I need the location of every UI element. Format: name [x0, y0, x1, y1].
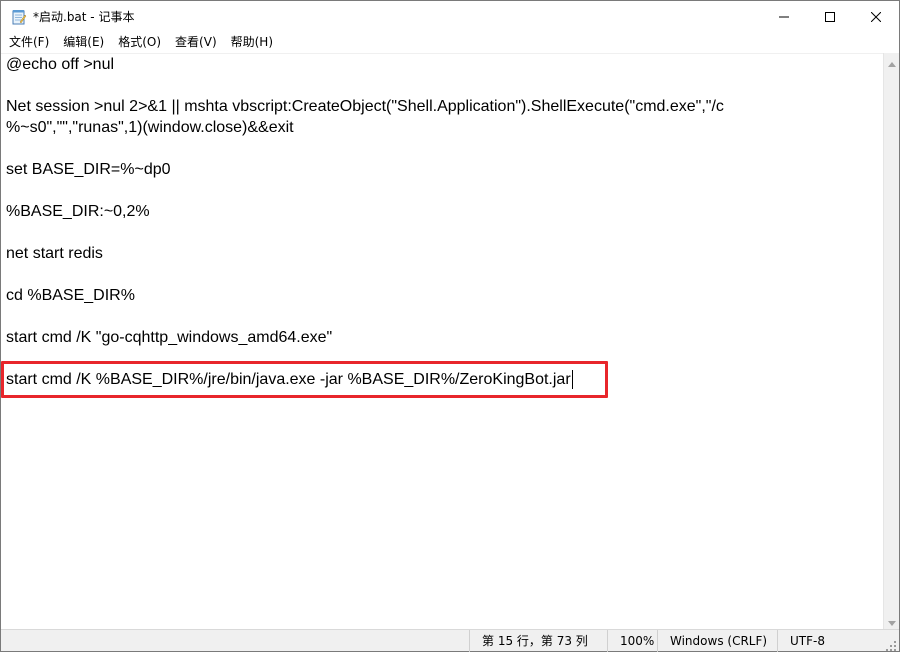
arrow-down-icon: [888, 611, 896, 630]
encoding: UTF-8: [777, 630, 883, 652]
notepad-icon: [11, 9, 27, 25]
highlight-annotation-box: [1, 361, 608, 398]
window-title: *启动.bat - 记事本: [33, 10, 135, 24]
status-bar: 第 15 行，第 73 列 100% Windows (CRLF) UTF-8: [1, 629, 899, 652]
menu-format[interactable]: 格式(O): [111, 32, 168, 53]
menu-file[interactable]: 文件(F): [1, 32, 56, 53]
menu-edit[interactable]: 编辑(E): [56, 32, 111, 53]
editor-line: set BASE_DIR=%~dp0: [6, 161, 171, 178]
scroll-up-button[interactable]: [884, 53, 900, 70]
resize-grip-icon[interactable]: [885, 637, 897, 651]
maximize-icon: [825, 11, 835, 22]
close-button[interactable]: [853, 1, 899, 32]
minimize-icon: [779, 12, 789, 22]
editor-line: net start redis: [6, 245, 103, 262]
cursor-position: 第 15 行，第 73 列: [469, 630, 607, 652]
minimize-button[interactable]: [761, 1, 807, 32]
scroll-down-button[interactable]: [884, 612, 900, 629]
editor-line: %~s0","","runas",1)(window.close)&&exit: [6, 119, 294, 136]
arrow-up-icon: [888, 52, 896, 71]
close-icon: [871, 11, 881, 22]
vertical-scrollbar[interactable]: [883, 53, 899, 629]
zoom-level: 100%: [607, 630, 657, 652]
text-editor[interactable]: @echo off >nul Net session >nul 2>&1 || …: [1, 53, 883, 629]
title-bar[interactable]: *启动.bat - 记事本: [1, 1, 899, 32]
editor-line: cd %BASE_DIR%: [6, 287, 135, 304]
menu-view[interactable]: 查看(V): [168, 32, 224, 53]
editor-line: start cmd /K "go-cqhttp_windows_amd64.ex…: [6, 329, 333, 346]
editor-line: %BASE_DIR:~0,2%: [6, 203, 150, 220]
menu-bar: 文件(F) 编辑(E) 格式(O) 查看(V) 帮助(H): [1, 32, 899, 53]
menu-help[interactable]: 帮助(H): [224, 32, 280, 53]
editor-line: @echo off >nul: [6, 56, 115, 73]
editor-line: Net session >nul 2>&1 || mshta vbscript:…: [6, 98, 724, 115]
line-ending: Windows (CRLF): [657, 630, 777, 652]
maximize-button[interactable]: [807, 1, 853, 32]
notepad-window: *启动.bat - 记事本 文件(F) 编辑(E) 格式(O) 查看(V) 帮助…: [0, 0, 900, 652]
